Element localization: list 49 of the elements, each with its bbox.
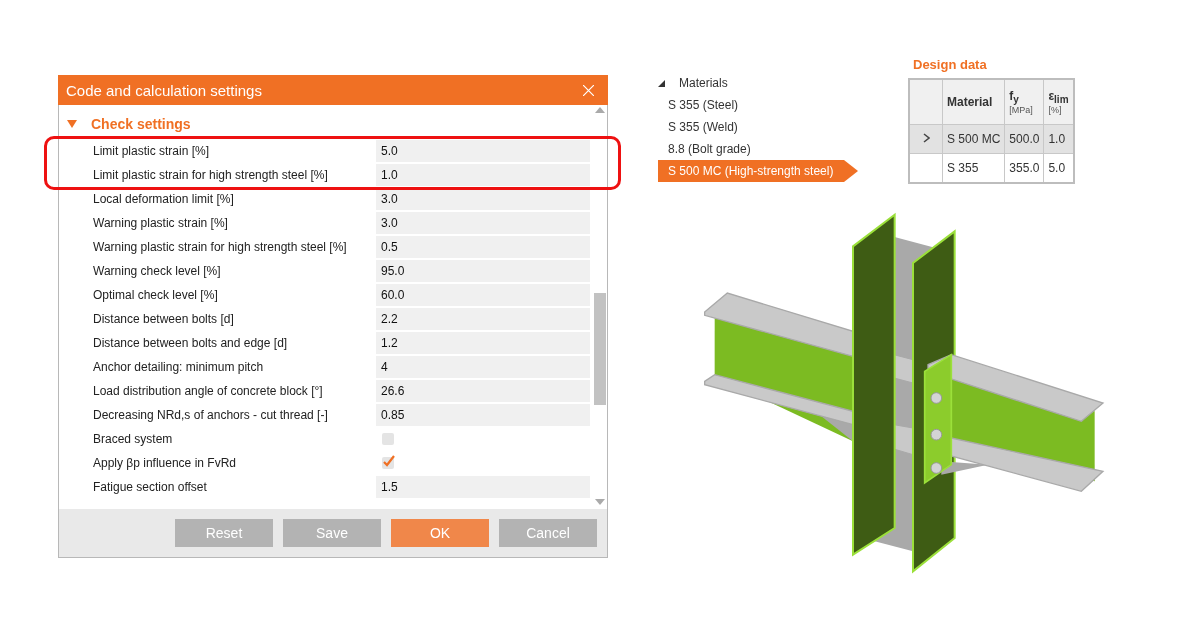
checkbox[interactable]: [382, 433, 394, 445]
table-cell: S 500 MC: [942, 124, 1005, 154]
row-header-cell[interactable]: [909, 124, 943, 154]
value-field[interactable]: 0.5: [376, 236, 590, 258]
scroll-up-icon[interactable]: [595, 107, 605, 113]
setting-label: Braced system: [92, 432, 174, 446]
tree-item[interactable]: 8.8 (Bolt grade): [658, 138, 858, 160]
header-cell: Material: [942, 79, 1005, 125]
setting-label: Apply βp influence in FvRd: [92, 456, 237, 470]
header-cell: ε$_{lim}$ [%]: [1043, 79, 1074, 125]
chevron-icon: [922, 133, 930, 143]
setting-label: Distance between bolts and edge [d]: [92, 336, 289, 350]
checkbox[interactable]: [382, 457, 394, 469]
close-icon[interactable]: [583, 84, 594, 96]
value-field[interactable]: 95.0: [376, 260, 590, 282]
value-field[interactable]: 60.0: [376, 284, 590, 306]
table-title: Design data: [912, 57, 988, 72]
setting-label: Optimal check level [%]: [92, 288, 219, 302]
setting-label: Limit plastic strain for high strength steel [%]: [92, 168, 329, 182]
header-cell: f$_{y}$ [MPa]: [1004, 79, 1044, 125]
setting-label: Limit plastic strain [%]: [92, 144, 211, 158]
tree-item[interactable]: S 355 (Steel): [658, 94, 858, 116]
tree-item[interactable]: S 355 (Weld): [658, 116, 858, 138]
setting-label: Decreasing NRd,s of anchors - cut thread [-]: [92, 408, 329, 422]
value-field[interactable]: 1.5: [376, 476, 590, 498]
setting-label: Distance between bolts [d]: [92, 312, 235, 326]
value-field[interactable]: 1.2: [376, 332, 590, 354]
setting-label: Warning check level [%]: [92, 264, 222, 278]
value-field[interactable]: 26.6: [376, 380, 590, 402]
setting-label: Warning plastic strain for high strength steel [%]: [92, 240, 348, 254]
tree-node[interactable]: Materials: [679, 76, 728, 90]
setting-label: Anchor detailing: minimum pitch: [92, 360, 265, 374]
scroll-down-icon[interactable]: [595, 499, 605, 505]
value-field[interactable]: 4: [376, 356, 590, 378]
setting-label: Warning plastic strain [%]: [92, 216, 229, 230]
row-header-cell[interactable]: [909, 153, 943, 183]
value-field[interactable]: 2.2: [376, 308, 590, 330]
setting-label: Load distribution angle of concrete block [°]: [92, 384, 324, 398]
value-field[interactable]: 0.85: [376, 404, 590, 426]
value-field[interactable]: 5.0: [376, 140, 590, 162]
dialog-title: Code and calculation settings: [66, 81, 262, 99]
collapse-icon[interactable]: [658, 79, 665, 87]
value-field[interactable]: 3.0: [376, 212, 590, 234]
setting-label: Local deformation limit [%]: [92, 192, 235, 206]
table-cell: S 355: [942, 153, 1005, 183]
scrollbar-thumb[interactable]: [594, 293, 606, 405]
value-field[interactable]: 1.0: [376, 164, 590, 186]
value-field[interactable]: 3.0: [376, 188, 590, 210]
setting-label: Fatigue section offset: [92, 480, 208, 494]
